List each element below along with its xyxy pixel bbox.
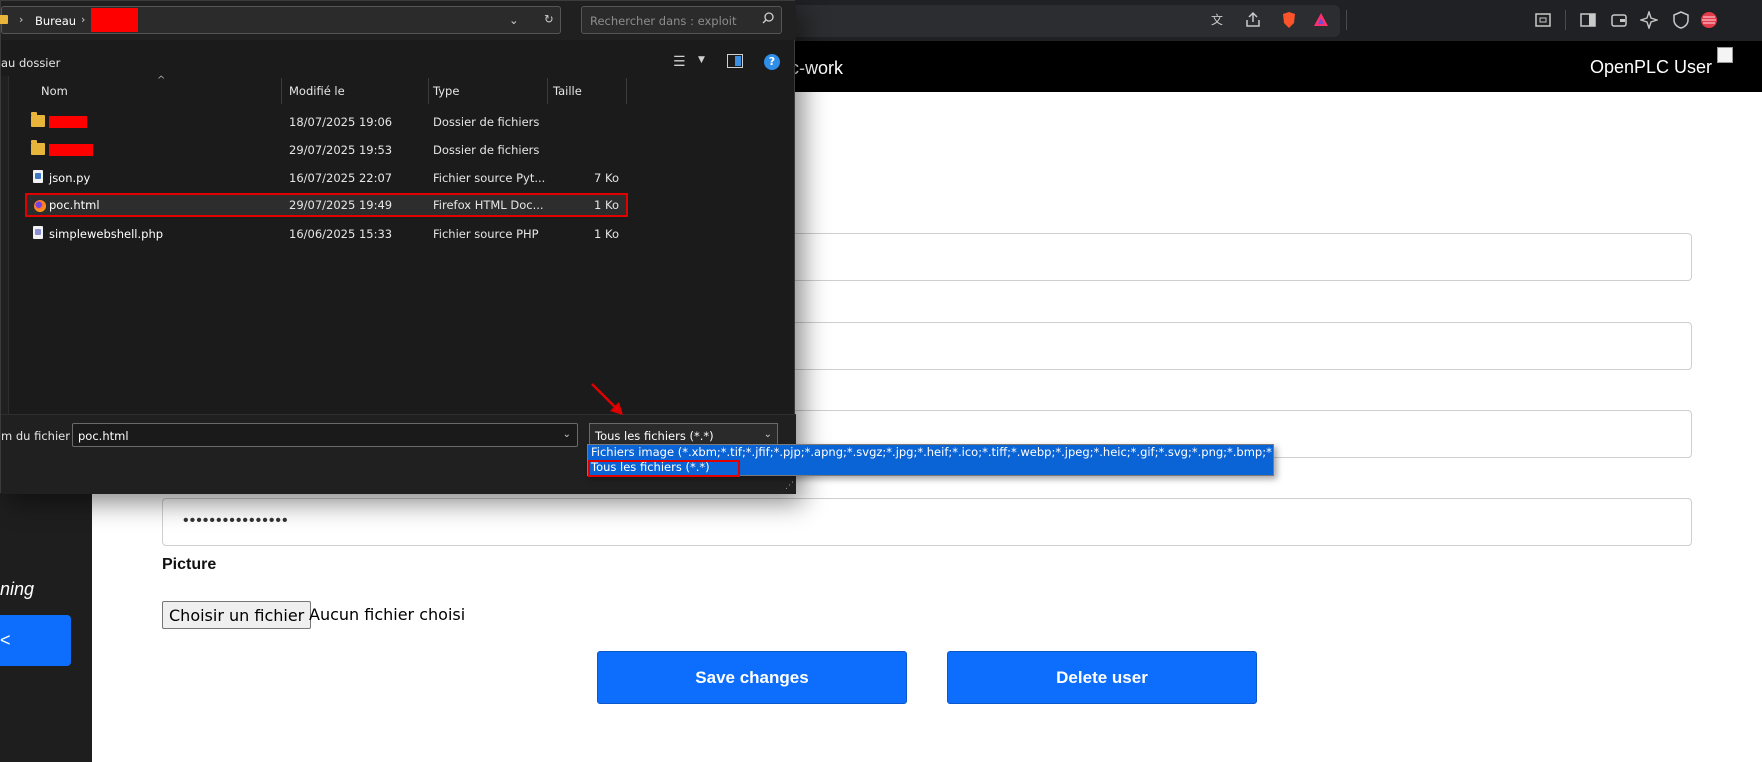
search-placeholder: Rechercher dans : exploit bbox=[590, 14, 737, 28]
wallet-icon[interactable] bbox=[1610, 11, 1628, 29]
navigation-pane[interactable] bbox=[1, 76, 9, 414]
column-header-name[interactable]: Nom bbox=[41, 84, 68, 98]
toolbar-divider bbox=[1565, 10, 1566, 30]
python-file-icon bbox=[33, 170, 43, 183]
share-icon[interactable] bbox=[1244, 11, 1262, 29]
filename-input[interactable]: poc.html ⌄ bbox=[72, 423, 578, 447]
vpn-icon[interactable] bbox=[1672, 11, 1690, 29]
file-open-dialog: › Bureau › ⌄ ↻ Rechercher dans : exploit… bbox=[0, 0, 796, 494]
translate-icon[interactable]: 文 bbox=[1210, 11, 1228, 29]
sidebar-label: ning bbox=[0, 579, 35, 599]
file-type: Fichier source PHP bbox=[433, 227, 539, 241]
chevron-right-icon[interactable]: › bbox=[19, 13, 23, 26]
firefox-html-icon bbox=[34, 200, 46, 212]
file-type: Dossier de fichiers bbox=[433, 115, 540, 129]
file-row-selected[interactable]: poc.html 29/07/2025 19:49 Firefox HTML D… bbox=[25, 193, 628, 217]
file-modified: 16/07/2025 22:07 bbox=[289, 171, 393, 185]
chevron-down-icon[interactable]: ▼ bbox=[698, 55, 705, 65]
file-row[interactable]: 29/07/2025 19:53 Dossier de fichiers bbox=[25, 138, 628, 162]
no-file-text: Aucun fichier choisi bbox=[309, 605, 466, 624]
breadcrumb-bureau[interactable]: Bureau bbox=[35, 14, 76, 28]
dialog-address-row: › Bureau › ⌄ ↻ Rechercher dans : exploit bbox=[0, 1, 796, 40]
file-size: 7 Ko bbox=[594, 171, 619, 185]
password-mask: •••••••••••••••• bbox=[183, 512, 289, 529]
brave-shield-icon[interactable] bbox=[1280, 11, 1298, 29]
column-divider[interactable] bbox=[281, 78, 282, 104]
new-folder-button[interactable]: au dossier bbox=[1, 56, 60, 70]
chevron-down-icon[interactable]: ⌄ bbox=[764, 429, 772, 440]
search-input[interactable]: Rechercher dans : exploit bbox=[581, 6, 782, 34]
profile-icon[interactable] bbox=[1700, 11, 1718, 29]
file-row[interactable]: 18/07/2025 19:06 Dossier de fichiers bbox=[25, 110, 628, 134]
redacted-filename bbox=[49, 116, 87, 128]
leo-ai-icon[interactable] bbox=[1640, 11, 1658, 29]
file-name: poc.html bbox=[49, 198, 100, 212]
chevron-down-icon[interactable]: ⌄ bbox=[563, 429, 571, 440]
file-type: Dossier de fichiers bbox=[433, 143, 540, 157]
redacted-crumb[interactable] bbox=[91, 8, 138, 32]
picture-label: Picture bbox=[162, 556, 217, 573]
brave-rewards-icon[interactable] bbox=[1312, 11, 1330, 29]
file-row[interactable]: json.py 16/07/2025 22:07 Fichier source … bbox=[25, 166, 628, 190]
column-header-type[interactable]: Type bbox=[433, 84, 459, 98]
file-modified: 16/06/2025 15:33 bbox=[289, 227, 393, 241]
chevron-right-icon[interactable]: › bbox=[81, 13, 85, 26]
file-row[interactable]: simplewebshell.php 16/06/2025 15:33 Fich… bbox=[25, 222, 628, 246]
sort-ascending-icon: ^ bbox=[157, 75, 166, 86]
php-file-icon bbox=[33, 226, 43, 239]
file-modified: 18/07/2025 19:06 bbox=[289, 115, 393, 129]
chevron-down-icon[interactable]: ⌄ bbox=[509, 13, 519, 27]
folder-icon bbox=[0, 15, 8, 24]
sidebar-nav-button[interactable]: < bbox=[0, 615, 71, 666]
filename-label: m du fichier : bbox=[1, 429, 78, 443]
file-type: Firefox HTML Doc... bbox=[433, 198, 544, 212]
redacted-filename bbox=[49, 144, 93, 156]
choose-file-button[interactable]: Choisir un fichier bbox=[162, 601, 312, 629]
delete-user-button[interactable]: Delete user bbox=[947, 651, 1257, 704]
resize-grip-icon[interactable]: ⋰ bbox=[785, 481, 794, 491]
view-options-icon[interactable]: ☰ bbox=[673, 54, 686, 70]
column-divider[interactable] bbox=[428, 78, 429, 104]
column-divider[interactable] bbox=[547, 78, 548, 104]
annotation-highlight-box bbox=[588, 460, 740, 477]
file-modified: 29/07/2025 19:49 bbox=[289, 198, 393, 212]
file-list-header: ^ Nom Modifié le Type Taille bbox=[10, 75, 796, 104]
search-icon[interactable] bbox=[761, 11, 775, 28]
save-button[interactable]: Save changes bbox=[597, 651, 907, 704]
refresh-icon[interactable]: ↻ bbox=[544, 12, 554, 26]
file-name: simplewebshell.php bbox=[49, 227, 164, 241]
dropdown-option-images[interactable]: Fichiers image (*.xbm;*.tif;*.jfif;*.pjp… bbox=[588, 445, 1273, 460]
folder-icon bbox=[31, 140, 45, 155]
sidebar-toggle-icon[interactable] bbox=[1579, 11, 1597, 29]
file-size: 1 Ko bbox=[594, 227, 619, 241]
preview-pane-icon[interactable] bbox=[727, 54, 743, 68]
help-icon[interactable]: ? bbox=[764, 54, 780, 70]
user-name[interactable]: OpenPLC User bbox=[1590, 57, 1712, 78]
file-size: 1 Ko bbox=[594, 198, 619, 212]
file-type: Fichier source Pyt... bbox=[433, 171, 546, 185]
column-header-size[interactable]: Taille bbox=[553, 84, 582, 98]
file-name: json.py bbox=[49, 171, 91, 185]
toolbar-divider bbox=[1346, 10, 1347, 30]
column-divider[interactable] bbox=[626, 78, 627, 104]
file-type-dropdown-list: Fichiers image (*.xbm;*.tif;*.jfif;*.pjp… bbox=[587, 444, 1274, 477]
annotation-arrow-icon bbox=[591, 383, 623, 415]
password-field[interactable]: •••••••••••••••• bbox=[162, 498, 1692, 546]
file-modified: 29/07/2025 19:53 bbox=[289, 143, 393, 157]
avatar[interactable] bbox=[1717, 47, 1733, 63]
filename-value: poc.html bbox=[78, 429, 129, 443]
reader-mode-icon[interactable] bbox=[1534, 11, 1552, 29]
svg-text:文: 文 bbox=[1211, 12, 1223, 27]
folder-icon bbox=[31, 112, 45, 127]
address-breadcrumb[interactable]: › Bureau › ⌄ ↻ bbox=[0, 6, 561, 34]
filter-selected-value: Tous les fichiers (*.*) bbox=[595, 429, 714, 443]
column-header-modified[interactable]: Modifié le bbox=[289, 84, 345, 98]
dialog-command-bar: au dossier ☰ ▼ ? bbox=[1, 40, 796, 76]
